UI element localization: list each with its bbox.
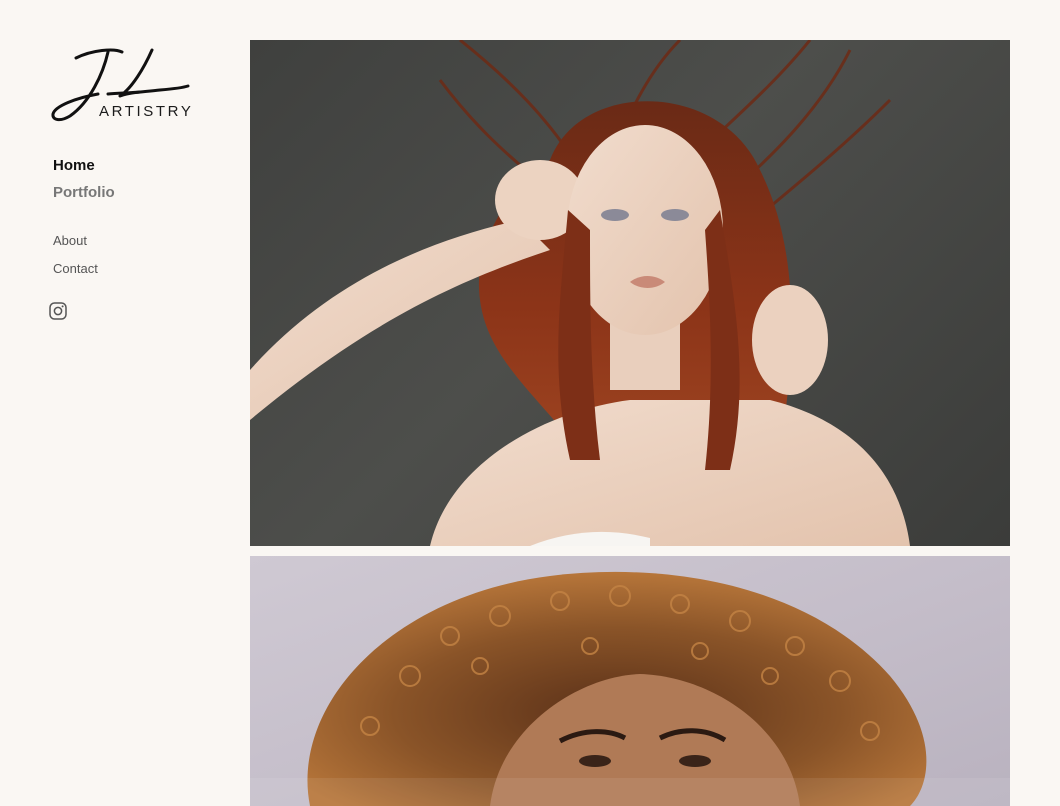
logo-wordmark: ARTISTRY	[99, 103, 194, 120]
gallery-image-portrait-red-hair[interactable]	[250, 40, 1010, 546]
sidebar: ARTISTRY Home Portfolio About Contact	[0, 0, 250, 800]
gallery-image-portrait-curly-hair[interactable]	[250, 556, 1010, 806]
nav-portfolio-link[interactable]: Portfolio	[53, 184, 115, 201]
nav-home-link[interactable]: Home	[53, 157, 95, 174]
nav-contact-link[interactable]: Contact	[53, 261, 98, 276]
nav-about-link[interactable]: About	[53, 233, 87, 248]
portrait-curly-hair-image	[250, 571, 1010, 806]
portrait-red-hair-image	[250, 40, 910, 546]
instagram-icon[interactable]	[49, 302, 67, 320]
